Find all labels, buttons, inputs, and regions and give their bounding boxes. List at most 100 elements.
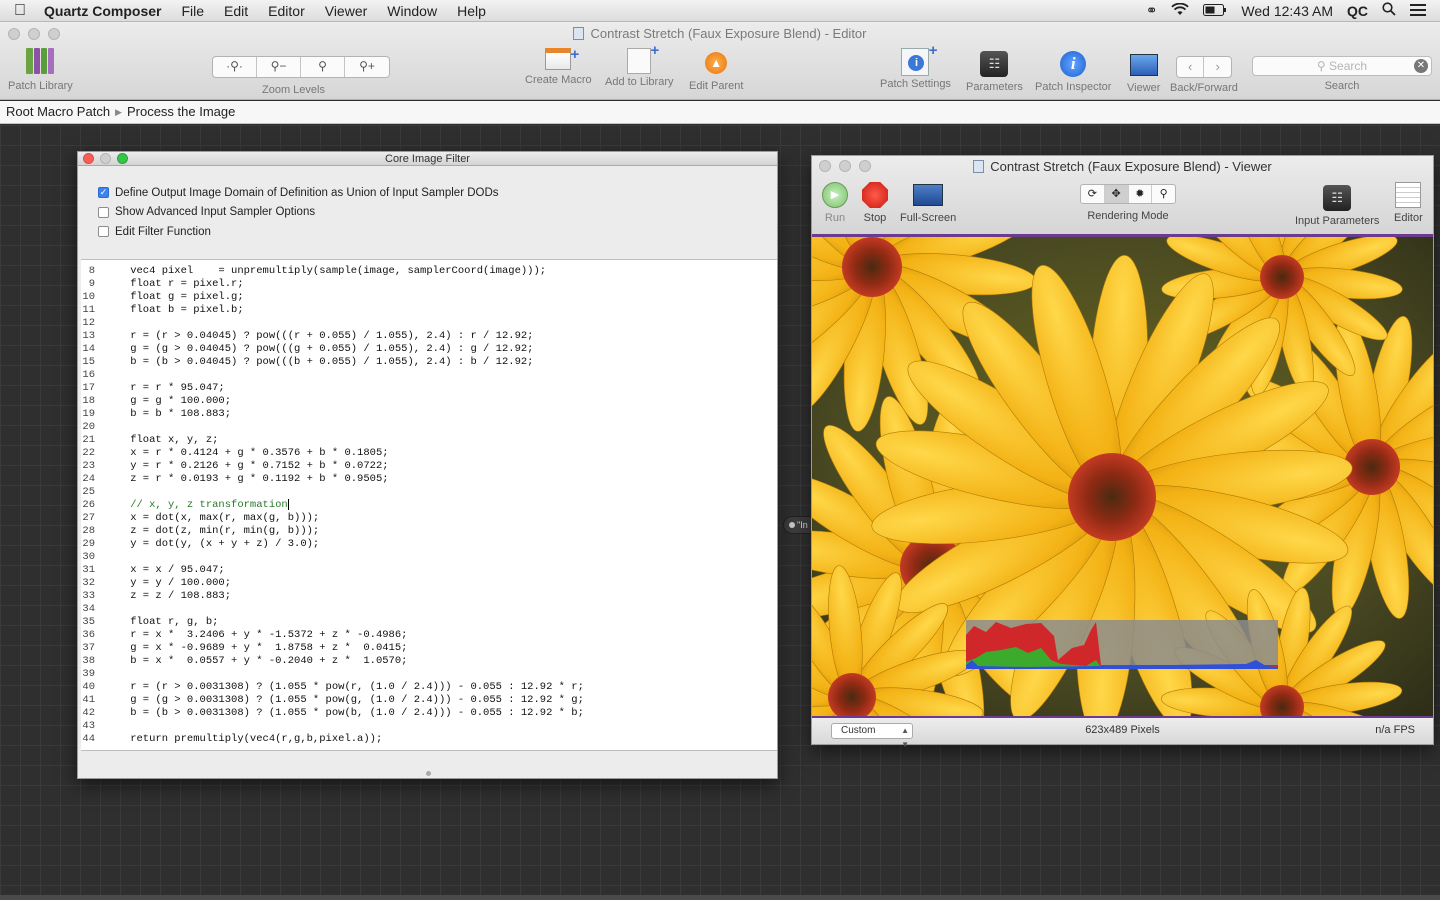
magnifier-icon[interactable]: ⚲ xyxy=(1152,185,1175,203)
code-line[interactable]: 40 r = (r > 0.0031308) ? (1.055 * pow(r,… xyxy=(81,681,584,694)
line-number: 20 xyxy=(82,421,95,433)
menu-help[interactable]: Help xyxy=(447,3,496,19)
code-line[interactable]: 35 float r, g, b; xyxy=(81,616,584,629)
bug-icon[interactable]: ✹ xyxy=(1129,185,1153,203)
breadcrumb-current[interactable]: Process the Image xyxy=(127,104,235,119)
apple-icon[interactable]:  xyxy=(0,2,40,20)
viewer-render-area[interactable] xyxy=(812,234,1433,720)
refresh-icon[interactable]: ⟳ xyxy=(1081,185,1105,203)
code-line[interactable]: 30 xyxy=(81,551,584,564)
code-line[interactable]: 17 r = r * 95.047; xyxy=(81,382,584,395)
breadcrumb-root[interactable]: Root Macro Patch xyxy=(6,104,110,119)
code-line[interactable]: 14 g = (g > 0.04045) ? pow(((g + 0.055) … xyxy=(81,343,584,356)
code-line[interactable]: 33 z = z / 108.883; xyxy=(81,590,584,603)
spotlight-icon[interactable] xyxy=(1382,2,1396,19)
option-define-output-dod[interactable]: ✓ Define Output Image Domain of Definiti… xyxy=(98,183,777,203)
parameters-button[interactable]: ☷ Parameters xyxy=(966,48,1023,93)
advanced-sampler-checkbox[interactable] xyxy=(98,206,109,218)
add-to-library-button[interactable]: + Add to Library xyxy=(605,42,673,88)
code-line[interactable]: 8 vec4 pixel = unpremultiply(sample(imag… xyxy=(81,265,584,278)
code-line[interactable]: 20 xyxy=(81,421,584,434)
user-menu[interactable]: QC xyxy=(1347,3,1368,19)
code-text: x = r * 0.4124 + g * 0.3576 + b * 0.1805… xyxy=(105,447,389,459)
option-advanced-sampler[interactable]: Show Advanced Input Sampler Options xyxy=(98,203,777,223)
panel-minimize-button[interactable] xyxy=(100,153,111,164)
run-button[interactable]: ▶ Run xyxy=(822,182,848,224)
panel-zoom-button[interactable] xyxy=(117,153,128,164)
zoom-out-icon[interactable]: ⚲− xyxy=(257,57,301,77)
code-line[interactable]: 31 x = x / 95.047; xyxy=(81,564,584,577)
clock[interactable]: Wed 12:43 AM xyxy=(1241,3,1333,19)
full-screen-button[interactable]: Full-Screen xyxy=(900,182,956,224)
move-icon[interactable]: ✥ xyxy=(1104,185,1129,203)
core-image-filter-titlebar[interactable]: Core Image Filter xyxy=(78,152,777,166)
code-line[interactable]: 12 xyxy=(81,317,584,330)
code-line[interactable]: 15 b = (b > 0.04045) ? pow(((b + 0.055) … xyxy=(81,356,584,369)
input-parameters-button[interactable]: ☷ Input Parameters xyxy=(1295,182,1379,227)
code-line[interactable]: 10 float g = pixel.g; xyxy=(81,291,584,304)
code-line[interactable]: 18 g = g * 100.000; xyxy=(81,395,584,408)
code-line[interactable]: 21 float x, y, z; xyxy=(81,434,584,447)
wifi-icon[interactable] xyxy=(1171,2,1190,19)
patch-settings-button[interactable]: i + Patch Settings xyxy=(880,42,951,90)
code-line[interactable]: 24 z = r * 0.0193 + g * 0.1192 + b * 0.9… xyxy=(81,473,584,486)
menu-viewer[interactable]: Viewer xyxy=(315,3,378,19)
battery-icon[interactable] xyxy=(1203,3,1227,19)
patch-library-button[interactable]: Patch Library xyxy=(8,48,73,92)
viewer-button[interactable]: Viewer xyxy=(1127,48,1160,94)
code-line[interactable]: 32 y = y / 100.000; xyxy=(81,577,584,590)
split-resize-handle[interactable] xyxy=(426,771,431,776)
option-edit-filter-function[interactable]: Edit Filter Function xyxy=(98,222,777,242)
menu-editor[interactable]: Editor xyxy=(258,3,315,19)
code-line[interactable]: 38 b = x * 0.0557 + y * -0.2040 + z * 1.… xyxy=(81,655,584,668)
menu-file[interactable]: File xyxy=(171,3,214,19)
code-line[interactable]: 44 return premultiply(vec4(r,g,b,pixel.a… xyxy=(81,733,584,746)
define-output-dod-checkbox[interactable]: ✓ xyxy=(98,187,109,199)
zoom-in-icon[interactable]: ⚲+ xyxy=(345,57,389,77)
code-line[interactable]: 29 y = dot(y, (x + y + z) / 3.0); xyxy=(81,538,584,551)
creative-cloud-icon[interactable]: ⚭ xyxy=(1146,2,1158,19)
menu-edit[interactable]: Edit xyxy=(214,3,258,19)
edit-filter-function-checkbox[interactable] xyxy=(98,226,109,238)
menu-app-name[interactable]: Quartz Composer xyxy=(40,3,171,19)
panel-close-button[interactable] xyxy=(83,153,94,164)
code-line[interactable]: 43 xyxy=(81,720,584,733)
code-line[interactable]: 25 xyxy=(81,486,584,499)
code-line[interactable]: 41 g = (g > 0.0031308) ? (1.055 * pow(g,… xyxy=(81,694,584,707)
zoom-levels-control: ·⚲· ⚲− ⚲ ⚲+ xyxy=(212,56,390,78)
create-macro-label: Create Macro xyxy=(525,74,592,86)
editor-button[interactable]: Editor xyxy=(1394,182,1423,224)
code-line[interactable]: 37 g = x * -0.9689 + y * 1.8758 + z * 0.… xyxy=(81,642,584,655)
code-line[interactable]: 9 float r = pixel.r; xyxy=(81,278,584,291)
code-line[interactable]: 19 b = b * 108.883; xyxy=(81,408,584,421)
clear-search-icon[interactable]: ✕ xyxy=(1414,59,1428,73)
code-line[interactable]: 22 x = r * 0.4124 + g * 0.3576 + b * 0.1… xyxy=(81,447,584,460)
search-input[interactable]: ⚲ Search ✕ xyxy=(1252,56,1432,76)
code-line[interactable]: 11 float b = pixel.b; xyxy=(81,304,584,317)
create-macro-button[interactable]: + Create Macro xyxy=(525,46,592,86)
code-line[interactable]: 13 r = (r > 0.04045) ? pow(((r + 0.055) … xyxy=(81,330,584,343)
code-line[interactable]: 16 xyxy=(81,369,584,382)
code-editor[interactable]: 8 vec4 pixel = unpremultiply(sample(imag… xyxy=(81,259,777,751)
stop-button[interactable]: Stop xyxy=(862,182,888,224)
code-line[interactable]: 28 z = dot(z, min(r, min(g, b))); xyxy=(81,525,584,538)
code-line[interactable]: 23 y = r * 0.2126 + g * 0.7152 + b * 0.0… xyxy=(81,460,584,473)
patch-inspector-button[interactable]: i Patch Inspector xyxy=(1035,48,1111,93)
back-chevron-icon[interactable]: ‹ xyxy=(1177,57,1205,77)
line-number: 27 xyxy=(82,512,95,524)
code-line[interactable]: 26 // x, y, z transformation xyxy=(81,499,584,512)
code-line[interactable]: 27 x = dot(x, max(r, max(g, b))); xyxy=(81,512,584,525)
viewer-titlebar[interactable]: Contrast Stretch (Faux Exposure Blend) -… xyxy=(812,156,1433,234)
menu-window[interactable]: Window xyxy=(377,3,447,19)
edit-parent-button[interactable]: ▲ Edit Parent xyxy=(689,48,743,92)
code-line[interactable]: 36 r = x * 3.2406 + y * -1.5372 + z * -0… xyxy=(81,629,584,642)
code-line[interactable]: 34 xyxy=(81,603,584,616)
code-line[interactable]: 39 xyxy=(81,668,584,681)
zoom-fit-icon[interactable]: ·⚲· xyxy=(213,57,257,77)
breadcrumb-separator-icon: ▶ xyxy=(115,107,122,117)
forward-chevron-icon[interactable]: › xyxy=(1204,57,1231,77)
zoom-actual-icon[interactable]: ⚲ xyxy=(301,57,345,77)
viewer-status-bar: Custom ▲ ▼ 623x489 Pixels n/a FPS xyxy=(812,718,1433,749)
notification-center-icon[interactable] xyxy=(1410,3,1426,19)
code-line[interactable]: 42 b = (b > 0.0031308) ? (1.055 * pow(b,… xyxy=(81,707,584,720)
